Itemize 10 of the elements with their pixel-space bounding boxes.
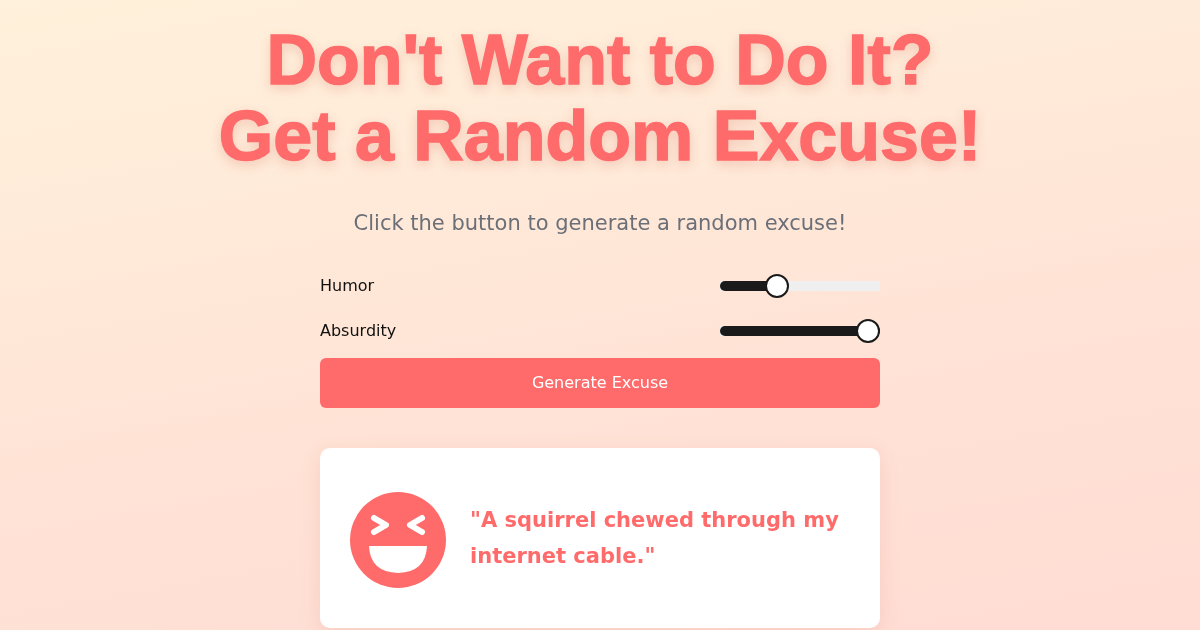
subtitle: Click the button to generate a random excuse! bbox=[353, 210, 847, 237]
slider-label: Absurdity bbox=[320, 320, 397, 342]
generate-button[interactable]: Generate Excuse bbox=[320, 357, 880, 408]
headline: Get a Random Excuse! bbox=[218, 98, 982, 174]
slider-label: Humor bbox=[320, 275, 375, 297]
headline: Don't Want to Do It? bbox=[265, 22, 935, 98]
slider-thumb[interactable] bbox=[856, 319, 880, 343]
excuse-text: "A squirrel chewed through my internet cable." bbox=[470, 506, 840, 570]
laughing-face-icon bbox=[350, 491, 446, 588]
slider-thumb[interactable] bbox=[764, 274, 789, 298]
